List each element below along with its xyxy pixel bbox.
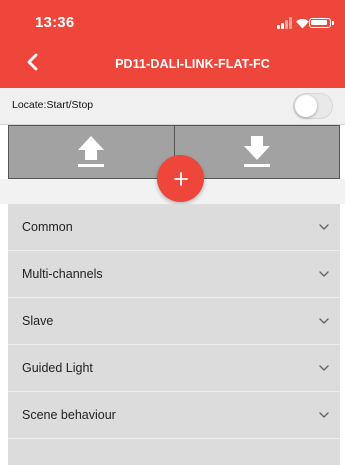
- plus-icon: [173, 171, 188, 186]
- section-common[interactable]: Common: [8, 204, 340, 251]
- section-multi-channels[interactable]: Multi-channels: [8, 251, 340, 298]
- settings-sections: Common Multi-channels Slave Guided Light…: [8, 204, 340, 465]
- status-icons: [277, 17, 334, 29]
- section-label: Scene behaviour: [22, 408, 116, 422]
- upload-button[interactable]: [9, 126, 174, 178]
- upload-icon: [78, 136, 105, 167]
- wifi-icon: [296, 18, 309, 29]
- locate-row: Locate:Start/Stop: [0, 88, 345, 125]
- section-scene-behaviour[interactable]: Scene behaviour: [8, 392, 340, 439]
- chevron-down-icon: [319, 318, 329, 324]
- section-label: Common: [22, 220, 73, 234]
- back-button[interactable]: [20, 50, 44, 74]
- app-header: 13:36 PD11-DALI-LINK-FLAT-FC: [0, 0, 345, 88]
- status-time: 13:36: [35, 14, 75, 31]
- locate-label: Locate:Start/Stop: [12, 99, 94, 111]
- section-label: Guided Light: [22, 361, 93, 375]
- locate-toggle[interactable]: [293, 93, 333, 119]
- section-label: Slave: [22, 314, 54, 328]
- chevron-down-icon: [319, 365, 329, 371]
- section-label: Multi-channels: [22, 267, 103, 281]
- section-guided-light[interactable]: Guided Light: [8, 345, 340, 392]
- add-button[interactable]: [157, 155, 204, 202]
- signal-icon: [277, 17, 292, 29]
- section-slave[interactable]: Slave: [8, 298, 340, 345]
- chevron-left-icon: [27, 53, 38, 71]
- chevron-down-icon: [319, 412, 329, 418]
- chevron-down-icon: [319, 271, 329, 277]
- battery-icon: [309, 18, 334, 28]
- download-icon: [243, 136, 270, 167]
- toggle-knob: [295, 95, 317, 117]
- chevron-down-icon: [319, 224, 329, 230]
- page-title: PD11-DALI-LINK-FLAT-FC: [115, 57, 270, 71]
